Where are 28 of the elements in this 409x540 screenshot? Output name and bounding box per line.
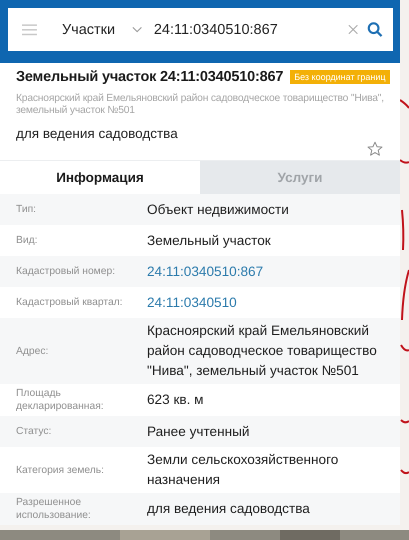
field-label: Кадастровый квартал: — [16, 296, 124, 310]
field-label: Площадь декларированная: — [16, 387, 105, 414]
category-dropdown[interactable]: Участки — [62, 22, 124, 38]
object-title: Земельный участок 24:11:0340510:867 — [16, 69, 284, 85]
star-icon[interactable] — [367, 141, 383, 157]
field-value: Земельный участок — [147, 232, 271, 250]
field-value: 623 кв. м — [147, 391, 204, 409]
field-value: Земли сельскохозяйственного назначения — [147, 451, 340, 489]
object-purpose: для ведения садоводства — [16, 126, 179, 141]
field-label: Тип: — [16, 203, 38, 217]
field-value: Красноярский край Емельяновский район садоводческое товарищество "Нива", земельный участок №501 — [147, 322, 378, 380]
search-icon[interactable] — [367, 21, 383, 38]
field-label: Кадастровый номер: — [16, 265, 116, 279]
object-address: Красноярский край Емельяновский район садоводческое товарищество "Нива", земельный участок №501 — [16, 93, 385, 117]
field-label: Категория земель: — [16, 464, 106, 478]
caret-icon[interactable] — [132, 26, 142, 33]
value-link[interactable]: 24:11:0340510:867 — [147, 258, 264, 284]
field-value: для ведения садоводства — [147, 500, 310, 518]
close-icon[interactable] — [348, 24, 358, 35]
field-value: Ранее учтенный — [147, 422, 250, 441]
status-badge: Без координат границ — [290, 70, 390, 84]
menu-icon[interactable] — [22, 24, 37, 36]
value-link[interactable]: 24:11:0340510 — [147, 290, 237, 316]
field-label: Адрес: — [16, 344, 50, 358]
field-label: Вид: — [16, 234, 38, 248]
field-label: Разрешенное использование: — [16, 496, 92, 523]
field-label: Статус: — [16, 425, 52, 439]
field-value: Объект недвижимости — [147, 200, 289, 219]
